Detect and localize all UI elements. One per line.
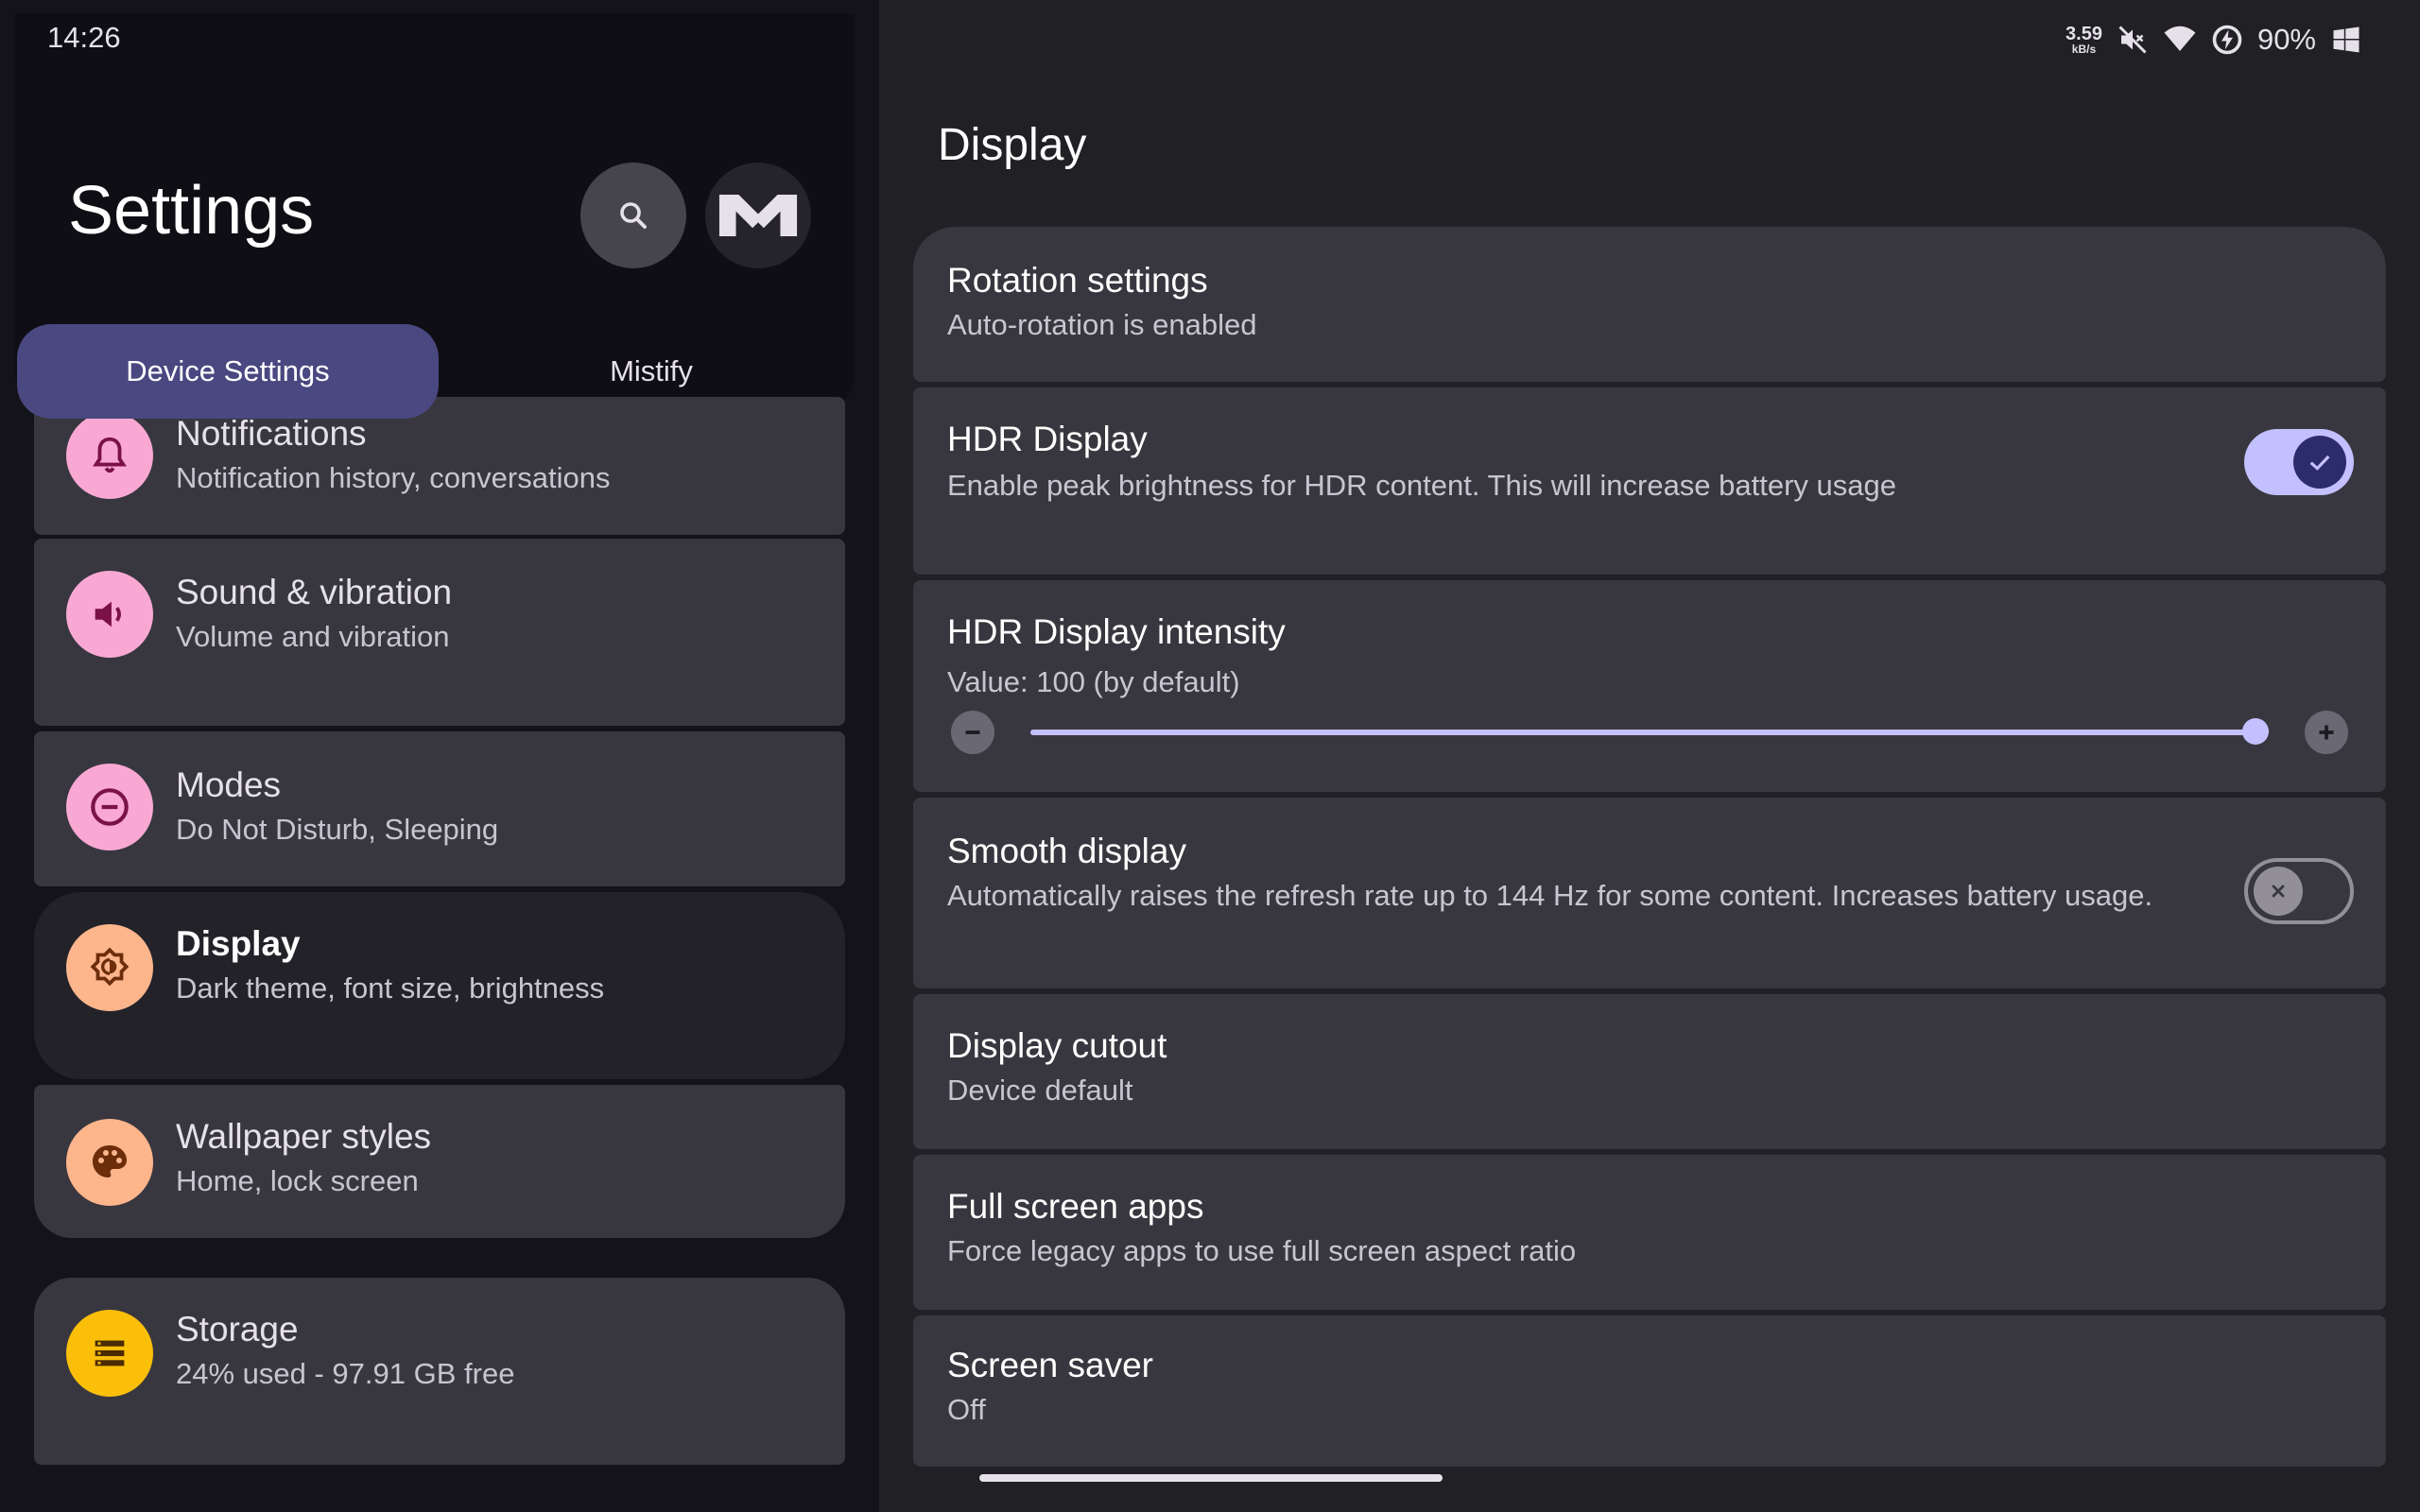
search-button[interactable] bbox=[580, 163, 686, 268]
hdr-intensity-row: HDR Display intensity Value: 100 (by def… bbox=[913, 580, 2386, 792]
hdr-display-toggle[interactable] bbox=[2244, 429, 2354, 495]
sidebar-item-title: Modes bbox=[176, 765, 282, 804]
slider-fill bbox=[1030, 730, 2269, 735]
battery-percentage: 90% bbox=[2256, 23, 2316, 56]
sidebar-item-title: Notifications bbox=[176, 414, 367, 453]
sidebar-item-storage[interactable]: Storage 24% used - 97.91 GB free bbox=[34, 1278, 845, 1465]
mistify-logo-icon bbox=[718, 195, 798, 236]
sidebar-item-subtitle: 24% used - 97.91 GB free bbox=[176, 1357, 515, 1390]
sidebar-item-subtitle: Volume and vibration bbox=[176, 620, 450, 653]
sidebar-item-subtitle: Home, lock screen bbox=[176, 1164, 419, 1197]
status-time: 14:26 bbox=[47, 21, 121, 54]
minus-icon bbox=[965, 730, 980, 734]
page-title: Display bbox=[938, 120, 1087, 170]
sidebar-item-title: Storage bbox=[176, 1310, 299, 1349]
row-subtitle: Force legacy apps to use full screen asp… bbox=[947, 1234, 1577, 1267]
row-subtitle: Device default bbox=[947, 1074, 1133, 1107]
row-title: Smooth display bbox=[947, 832, 1186, 870]
row-subtitle: Enable peak brightness for HDR content. … bbox=[947, 469, 1897, 502]
search-icon bbox=[620, 202, 647, 229]
check-icon bbox=[2309, 455, 2330, 471]
smooth-display-row[interactable]: Smooth display Automatically raises the … bbox=[913, 798, 2386, 988]
close-icon bbox=[2272, 885, 2285, 898]
row-title: HDR Display bbox=[947, 420, 1148, 458]
hdr-intensity-slider[interactable] bbox=[1030, 718, 2269, 745]
brightness-icon bbox=[90, 947, 130, 987]
slider-thumb[interactable] bbox=[2242, 718, 2269, 745]
sidebar-item-wallpaper[interactable]: Wallpaper styles Home, lock screen bbox=[34, 1085, 845, 1238]
storage-icon bbox=[95, 1340, 125, 1366]
minus-circle-icon bbox=[91, 788, 129, 826]
network-speed-value: 3.59 bbox=[2066, 24, 2102, 44]
settings-nav-pane: Settings Device Settings Mistify Notific… bbox=[0, 0, 879, 1512]
toggle-knob bbox=[2254, 867, 2303, 916]
windows-icon bbox=[2333, 26, 2360, 53]
row-subtitle: Value: 100 (by default) bbox=[947, 665, 1240, 698]
tab-device-settings[interactable]: Device Settings bbox=[17, 324, 439, 419]
battery-saver-icon bbox=[2212, 25, 2242, 55]
full-screen-apps-row[interactable]: Full screen apps Force legacy apps to us… bbox=[913, 1155, 2386, 1310]
sidebar-item-sound[interactable]: Sound & vibration Volume and vibration bbox=[34, 539, 845, 726]
row-subtitle: Auto-rotation is enabled bbox=[947, 308, 1257, 341]
row-subtitle: Automatically raises the refresh rate up… bbox=[947, 879, 2153, 912]
rotation-settings-row[interactable]: Rotation settings Auto-rotation is enabl… bbox=[913, 227, 2386, 382]
decrease-button[interactable] bbox=[951, 711, 994, 754]
wallpaper-icon-circle bbox=[66, 1119, 153, 1206]
increase-button[interactable] bbox=[2305, 711, 2348, 754]
sidebar-item-title: Display bbox=[176, 924, 301, 963]
modes-icon-circle bbox=[66, 764, 153, 850]
row-title: HDR Display intensity bbox=[947, 612, 1286, 651]
bell-icon bbox=[93, 437, 127, 473]
sidebar-item-subtitle: Notification history, conversations bbox=[176, 461, 611, 494]
navigation-handle[interactable] bbox=[979, 1474, 1443, 1482]
storage-icon-circle bbox=[66, 1310, 153, 1397]
speaker-icon bbox=[95, 601, 121, 627]
smooth-display-toggle[interactable] bbox=[2244, 858, 2354, 924]
tab-mistify[interactable]: Mistify bbox=[439, 324, 864, 419]
sidebar-item-display[interactable]: Display Dark theme, font size, brightnes… bbox=[34, 892, 845, 1079]
status-icons: 3.59 kB/s 90% bbox=[2066, 19, 2363, 60]
row-title: Display cutout bbox=[947, 1026, 1167, 1065]
wifi-icon bbox=[2164, 26, 2196, 51]
network-speed-unit: kB/s bbox=[2071, 43, 2097, 56]
palette-icon bbox=[93, 1145, 127, 1177]
row-title: Screen saver bbox=[947, 1346, 1153, 1384]
sidebar-item-modes[interactable]: Modes Do Not Disturb, Sleeping bbox=[34, 731, 845, 886]
sound-icon-circle bbox=[66, 571, 153, 658]
sidebar-item-title: Wallpaper styles bbox=[176, 1117, 432, 1156]
sidebar-item-title: Sound & vibration bbox=[176, 573, 453, 611]
plus-icon bbox=[2319, 725, 2334, 740]
muted-icon bbox=[2118, 26, 2147, 54]
sidebar-item-subtitle: Dark theme, font size, brightness bbox=[176, 971, 605, 1005]
sidebar-item-subtitle: Do Not Disturb, Sleeping bbox=[176, 813, 499, 846]
notifications-icon-circle bbox=[66, 412, 153, 499]
toggle-knob bbox=[2293, 436, 2346, 489]
screen-saver-row[interactable]: Screen saver Off bbox=[913, 1315, 2386, 1467]
display-icon-circle bbox=[66, 924, 153, 1011]
display-cutout-row[interactable]: Display cutout Device default bbox=[913, 994, 2386, 1149]
mistify-logo-button[interactable] bbox=[705, 163, 811, 268]
settings-title: Settings bbox=[68, 173, 315, 249]
row-title: Rotation settings bbox=[947, 261, 1208, 300]
hdr-display-row[interactable]: HDR Display Enable peak brightness for H… bbox=[913, 387, 2386, 575]
display-settings-pane: Display Rotation settings Auto-rotation … bbox=[879, 0, 2420, 1512]
network-speed: 3.59 kB/s bbox=[2066, 25, 2102, 55]
row-subtitle: Off bbox=[947, 1393, 986, 1426]
row-title: Full screen apps bbox=[947, 1187, 1204, 1226]
